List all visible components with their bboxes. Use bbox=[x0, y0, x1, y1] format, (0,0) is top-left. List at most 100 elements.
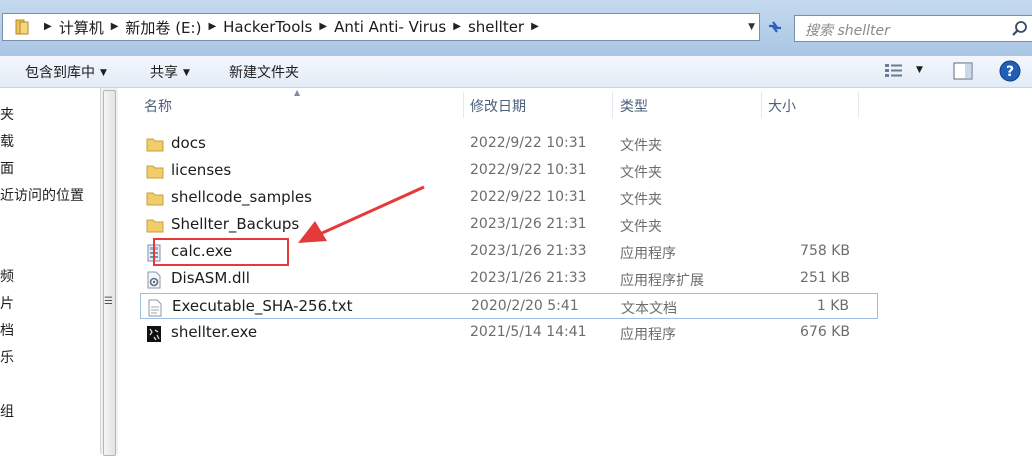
breadcrumb-separator-icon[interactable]: ▶ bbox=[44, 14, 52, 40]
folder-icon bbox=[15, 19, 29, 35]
file-row-licenses[interactable]: licenses 2022/9/22 10:31 文件夹 bbox=[140, 158, 878, 184]
nav-item[interactable]: 档 bbox=[0, 320, 14, 340]
breadcrumb-separator-icon[interactable]: ▶ bbox=[208, 14, 216, 40]
file-type: 应用程序 bbox=[620, 246, 676, 262]
file-row-shellcode-samples[interactable]: shellcode_samples 2022/9/22 10:31 文件夹 bbox=[140, 185, 878, 211]
file-size: 676 KB bbox=[800, 324, 850, 340]
breadcrumb-separator-icon[interactable]: ▶ bbox=[453, 14, 461, 40]
file-modified: 2022/9/22 10:31 bbox=[470, 189, 587, 205]
file-type: 文件夹 bbox=[620, 219, 662, 235]
file-modified: 2020/2/20 5:41 bbox=[471, 298, 579, 314]
address-bar-row: ▶ 计算机 ▶ 新加卷 (E:) ▶ HackerTools ▶ Anti An… bbox=[0, 0, 1032, 56]
file-row-disasm-dll[interactable]: DisASM.dll 2023/1/26 21:33 应用程序扩展 251 KB bbox=[140, 266, 878, 292]
file-name: Shellter_Backups bbox=[171, 215, 300, 233]
refresh-button[interactable] bbox=[763, 14, 787, 40]
refresh-icon bbox=[769, 21, 781, 33]
nav-item[interactable]: 夹 bbox=[0, 104, 14, 124]
file-modified: 2022/9/22 10:31 bbox=[470, 162, 587, 178]
file-modified: 2022/9/22 10:31 bbox=[470, 135, 587, 151]
breadcrumb-drive-e[interactable]: 新加卷 (E:) bbox=[125, 17, 201, 38]
address-history-dropdown-icon[interactable]: ▼ bbox=[748, 22, 755, 32]
file-name: docs bbox=[171, 134, 206, 152]
column-header-name[interactable]: 名称 bbox=[144, 96, 172, 116]
include-in-library-label: 包含到库中 bbox=[25, 65, 95, 81]
file-row-docs[interactable]: docs 2022/9/22 10:31 文件夹 bbox=[140, 131, 878, 157]
help-icon[interactable]: ? bbox=[999, 60, 1021, 82]
svg-text:?: ? bbox=[1006, 64, 1014, 80]
nav-item[interactable]: 乐 bbox=[0, 347, 14, 367]
breadcrumb: ▶ 计算机 ▶ 新加卷 (E:) ▶ HackerTools ▶ Anti An… bbox=[37, 14, 546, 40]
column-header-modified[interactable]: 修改日期 bbox=[470, 96, 526, 116]
file-name: Executable_SHA-256.txt bbox=[172, 297, 353, 315]
search-icon[interactable] bbox=[1011, 20, 1029, 38]
file-type: 文本文档 bbox=[621, 301, 677, 317]
nav-item[interactable]: 频 bbox=[0, 266, 14, 286]
command-toolbar: 包含到库中 ▼ 共享 ▼ 新建文件夹 ▼ ? bbox=[0, 56, 1032, 88]
breadcrumb-separator-icon[interactable]: ▶ bbox=[531, 14, 539, 40]
nav-item[interactable]: 近访问的位置 bbox=[0, 185, 84, 205]
column-header-size[interactable]: 大小 bbox=[768, 96, 796, 116]
folder-icon bbox=[146, 138, 164, 152]
file-type: 应用程序 bbox=[620, 327, 676, 343]
file-name: shellter.exe bbox=[171, 323, 258, 341]
file-type: 文件夹 bbox=[620, 165, 662, 181]
folder-icon bbox=[146, 219, 164, 233]
navigation-pane: 夹 载 面 近访问的位置 频 片 档 乐 组 bbox=[0, 88, 100, 454]
chevron-down-icon: ▼ bbox=[100, 68, 107, 78]
file-row-executable-sha256-txt[interactable]: Executable_SHA-256.txt 2020/2/20 5:41 文本… bbox=[140, 293, 878, 319]
dll-icon bbox=[147, 271, 161, 289]
breadcrumb-separator-icon[interactable]: ▶ bbox=[111, 14, 119, 40]
include-in-library-button[interactable]: 包含到库中 ▼ bbox=[25, 62, 107, 82]
nav-item[interactable]: 片 bbox=[0, 293, 14, 313]
nav-item[interactable]: 面 bbox=[0, 158, 14, 178]
breadcrumb-hackertools[interactable]: HackerTools bbox=[223, 18, 312, 36]
navigation-scrollbar[interactable] bbox=[100, 88, 118, 456]
breadcrumb-computer[interactable]: 计算机 bbox=[59, 17, 104, 38]
column-divider[interactable] bbox=[612, 92, 613, 118]
file-size: 1 KB bbox=[816, 298, 849, 314]
file-modified: 2023/1/26 21:33 bbox=[470, 243, 587, 259]
file-list: ▲ 名称 修改日期 类型 大小 docs 2022/9/22 10:31 文件夹… bbox=[118, 88, 1032, 454]
breadcrumb-shellter[interactable]: shellter bbox=[468, 18, 524, 36]
new-folder-label: 新建文件夹 bbox=[229, 65, 299, 81]
preview-pane-icon[interactable] bbox=[953, 62, 973, 80]
file-name: licenses bbox=[171, 161, 232, 179]
share-button[interactable]: 共享 ▼ bbox=[150, 62, 190, 82]
shellter-exe-icon bbox=[147, 326, 161, 342]
folder-icon bbox=[146, 165, 164, 179]
file-size: 251 KB bbox=[800, 270, 850, 286]
change-view-icon[interactable] bbox=[884, 63, 904, 79]
address-bar[interactable]: ▶ 计算机 ▶ 新加卷 (E:) ▶ HackerTools ▶ Anti An… bbox=[2, 13, 760, 41]
file-type: 应用程序扩展 bbox=[620, 273, 704, 289]
scrollbar-thumb[interactable] bbox=[103, 90, 116, 456]
column-divider[interactable] bbox=[858, 92, 859, 118]
file-name: DisASM.dll bbox=[171, 269, 250, 287]
file-modified: 2021/5/14 14:41 bbox=[470, 324, 587, 340]
chevron-down-icon: ▼ bbox=[183, 68, 190, 78]
file-type: 文件夹 bbox=[620, 192, 662, 208]
file-row-shellter-exe[interactable]: shellter.exe 2021/5/14 14:41 应用程序 676 KB bbox=[140, 320, 878, 346]
search-box[interactable]: 搜索 shellter bbox=[794, 15, 1032, 42]
annotation-arrow-icon bbox=[298, 185, 425, 243]
sort-ascending-icon: ▲ bbox=[294, 88, 301, 97]
file-size: 758 KB bbox=[800, 243, 850, 259]
scrollbar-grip-icon: ☰ bbox=[104, 296, 113, 307]
breadcrumb-anti-anti-virus[interactable]: Anti Anti- Virus bbox=[334, 18, 446, 36]
new-folder-button[interactable]: 新建文件夹 bbox=[229, 62, 299, 82]
file-modified: 2023/1/26 21:33 bbox=[470, 270, 587, 286]
nav-item[interactable]: 载 bbox=[0, 131, 14, 151]
file-type: 文件夹 bbox=[620, 138, 662, 154]
column-header-type[interactable]: 类型 bbox=[620, 96, 648, 116]
text-file-icon bbox=[148, 299, 162, 317]
share-label: 共享 bbox=[150, 65, 178, 81]
search-placeholder[interactable]: 搜索 shellter bbox=[805, 20, 890, 40]
nav-item[interactable]: 组 bbox=[0, 401, 14, 421]
column-divider[interactable] bbox=[761, 92, 762, 118]
file-row-shellter-backups[interactable]: Shellter_Backups 2023/1/26 21:31 文件夹 bbox=[140, 212, 878, 238]
annotation-highlight-box bbox=[153, 238, 289, 266]
view-options-dropdown-icon[interactable]: ▼ bbox=[916, 65, 923, 75]
file-modified: 2023/1/26 21:31 bbox=[470, 216, 587, 232]
column-divider[interactable] bbox=[463, 92, 464, 118]
breadcrumb-separator-icon[interactable]: ▶ bbox=[319, 14, 327, 40]
folder-icon bbox=[146, 192, 164, 206]
